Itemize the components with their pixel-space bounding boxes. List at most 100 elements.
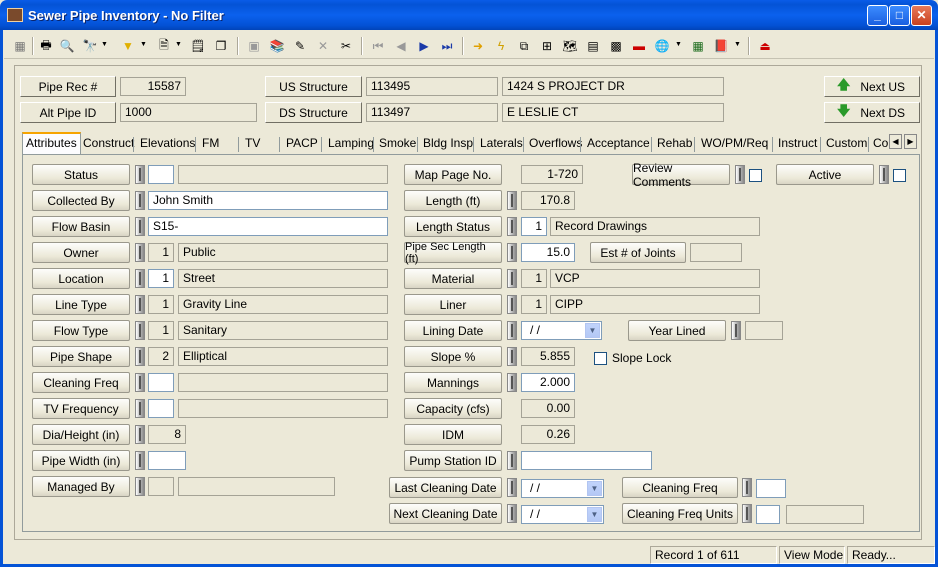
pipe-sec-length-button[interactable]: Pipe Sec Length (ft)	[404, 241, 502, 265]
save-icon[interactable]: ▣	[244, 36, 264, 56]
flow-basin-field[interactable]: S15-	[148, 217, 388, 236]
year-lined-button[interactable]: Year Lined	[628, 320, 726, 341]
tab-overflows[interactable]: Overflows	[526, 135, 585, 154]
first-record-icon[interactable]: ⏮	[368, 36, 388, 56]
owner-button[interactable]: Owner	[32, 242, 130, 263]
cleaning-freq-units-code[interactable]	[756, 505, 780, 524]
tab-scroll-right-icon[interactable]: ▶	[904, 134, 917, 149]
print-icon[interactable]: 🖶	[36, 36, 56, 56]
lookup-handle-icon[interactable]	[507, 478, 517, 497]
active-checkbox[interactable]	[893, 169, 906, 182]
close-button[interactable]: ✕	[911, 5, 932, 26]
lookup-handle-icon[interactable]	[135, 165, 145, 184]
add-record-icon[interactable]: 📚	[267, 36, 287, 56]
tab-construct[interactable]: Construct	[80, 135, 137, 154]
line-type-button[interactable]: Line Type	[32, 294, 130, 315]
chevron-down-icon[interactable]: ▼	[587, 507, 602, 522]
network-icon[interactable]: ⧉	[514, 36, 534, 56]
hierarchy-icon[interactable]: ⊞	[537, 36, 557, 56]
grid-icon[interactable]: ▦	[10, 36, 30, 56]
managed-by-button[interactable]: Managed By	[32, 476, 130, 497]
next-cleaning-date-button[interactable]: Next Cleaning Date	[389, 503, 502, 524]
material-button[interactable]: Material	[404, 268, 502, 289]
tab-acceptance[interactable]: Acceptance	[584, 135, 653, 154]
collected-by-button[interactable]: Collected By	[32, 190, 130, 211]
tab-wo-pm-req[interactable]: WO/PM/Req	[698, 135, 771, 154]
last-record-icon[interactable]: ⏭	[437, 36, 457, 56]
lookup-handle-icon[interactable]	[507, 269, 517, 288]
tab-custom[interactable]: Custom	[823, 135, 870, 154]
lookup-handle-icon[interactable]	[507, 451, 517, 470]
lookup-handle-icon[interactable]	[507, 504, 517, 523]
last-cleaning-date-button[interactable]: Last Cleaning Date	[389, 477, 502, 498]
cleaning-freq-button[interactable]: Cleaning Freq	[32, 372, 130, 393]
us-structure-button[interactable]: US Structure	[265, 76, 362, 97]
delete-icon[interactable]: ✕	[313, 36, 333, 56]
lookup-handle-icon[interactable]	[135, 295, 145, 314]
lookup-handle-icon[interactable]	[135, 269, 145, 288]
chevron-down-icon[interactable]: ▼	[585, 323, 600, 338]
tab-pacp[interactable]: PACP	[283, 135, 321, 154]
lookup-handle-icon[interactable]	[135, 373, 145, 392]
lining-date-button[interactable]: Lining Date	[404, 320, 502, 341]
calculator-icon[interactable]: ▤	[583, 36, 603, 56]
lookup-handle-icon[interactable]	[735, 165, 745, 184]
alt-pipe-id-button[interactable]: Alt Pipe ID	[20, 102, 116, 123]
tab-scroll-left-icon[interactable]: ◀	[889, 134, 902, 149]
lookup-handle-icon[interactable]	[507, 243, 517, 262]
cut-icon[interactable]: ✂	[336, 36, 356, 56]
last-cleaning-date-dropdown[interactable]: / / ▼	[521, 479, 604, 498]
length-button[interactable]: Length (ft)	[404, 190, 502, 211]
active-button[interactable]: Active	[776, 164, 874, 185]
slope-lock-checkbox[interactable]	[594, 352, 607, 365]
status-button[interactable]: Status	[32, 164, 130, 185]
globe-icon[interactable]: 🌐	[652, 36, 672, 56]
lookup-handle-icon[interactable]	[879, 165, 889, 184]
lookup-handle-icon[interactable]	[135, 217, 145, 236]
lookup-handle-icon[interactable]	[507, 295, 517, 314]
pipe-width-button[interactable]: Pipe Width (in)	[32, 450, 130, 471]
pump-station-field[interactable]	[521, 451, 652, 470]
tab-lamping[interactable]: Lamping	[325, 135, 377, 154]
lookup-handle-icon[interactable]	[507, 347, 517, 366]
length-status-code[interactable]: 1	[521, 217, 547, 236]
lookup-handle-icon[interactable]	[135, 477, 145, 496]
tab-fm[interactable]: FM	[199, 135, 222, 154]
review-comments-checkbox[interactable]	[749, 169, 762, 182]
lookup-handle-icon[interactable]	[135, 321, 145, 340]
lookup-handle-icon[interactable]	[135, 451, 145, 470]
spreadsheet-icon[interactable]: ▦	[688, 36, 708, 56]
length-status-button[interactable]: Length Status	[404, 216, 502, 237]
next-record-icon[interactable]: ▶	[414, 36, 434, 56]
lookup-handle-icon[interactable]	[135, 191, 145, 210]
mannings-button[interactable]: Mannings	[404, 372, 502, 393]
cleaning-freq-right-field[interactable]	[756, 479, 786, 498]
est-joints-button[interactable]: Est # of Joints	[590, 242, 686, 263]
lightning-icon[interactable]: ϟ	[491, 36, 511, 56]
location-button[interactable]: Location	[32, 268, 130, 289]
slope-button[interactable]: Slope %	[404, 346, 502, 367]
lookup-handle-icon[interactable]	[135, 425, 145, 444]
flow-type-button[interactable]: Flow Type	[32, 320, 130, 341]
filter-icon[interactable]: ▼	[118, 36, 138, 56]
pipe-width-field[interactable]	[148, 451, 186, 470]
lookup-handle-icon[interactable]	[507, 217, 517, 236]
find-icon[interactable]: 🔭	[80, 36, 100, 56]
status-code[interactable]	[148, 165, 174, 184]
tab-smoke[interactable]: Smoke	[376, 135, 419, 154]
vehicle-icon[interactable]: ▬	[629, 36, 649, 56]
pump-station-button[interactable]: Pump Station ID	[404, 450, 502, 471]
gis-icon[interactable]: ▩	[606, 36, 626, 56]
edit-icon[interactable]: ✎	[290, 36, 310, 56]
previous-record-icon[interactable]: ◀	[391, 36, 411, 56]
lookup-handle-icon[interactable]	[742, 504, 752, 523]
review-comments-button[interactable]: Review Comments	[632, 161, 730, 189]
maximize-button[interactable]: □	[889, 5, 910, 26]
cleaning-freq-units-button[interactable]: Cleaning Freq Units	[622, 503, 738, 524]
print-preview-icon[interactable]: 🔍	[57, 36, 77, 56]
chevron-down-icon[interactable]: ▼	[587, 481, 602, 496]
tab-bldg-insp[interactable]: Bldg Insp	[420, 135, 476, 154]
tab-instruct[interactable]: Instruct	[775, 135, 820, 154]
pipe-sec-length-field[interactable]: 15.0	[521, 243, 575, 262]
next-us-button[interactable]: 🡅 Next US	[824, 76, 920, 97]
